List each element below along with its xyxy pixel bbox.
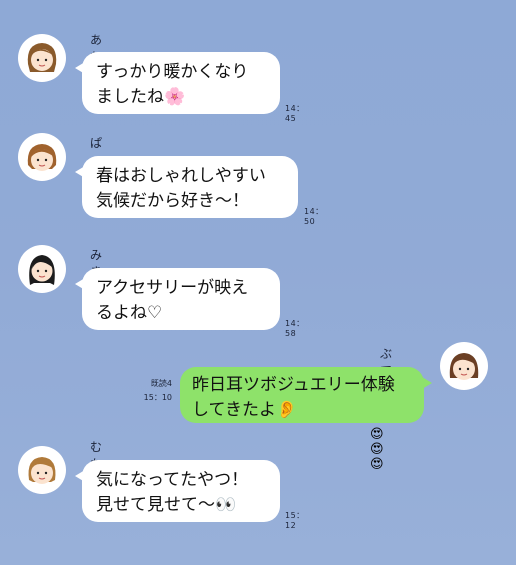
message-text-line: 見せて見せて〜👀 — [96, 495, 237, 515]
message-text-line: アクセサリーが映え — [96, 278, 249, 298]
avatar[interactable] — [18, 446, 66, 494]
message-bubble[interactable]: アクセサリーが映え るよね♡ — [75, 268, 280, 330]
message-bubble[interactable]: 昨日耳ツボジュエリー体験 してきたよ👂 — [180, 367, 432, 423]
read-receipt: 既読4 — [150, 379, 172, 388]
avatar[interactable] — [18, 34, 66, 82]
timestamp: 14：50 — [304, 207, 324, 226]
message-text-line: 春はおしゃれしやすい — [96, 166, 266, 186]
message-text-line: 気候だから好き〜！ — [96, 191, 249, 211]
message-text-line: すっかり暖かくなり — [96, 62, 249, 82]
message-text-line: ましたね🌸 — [96, 87, 186, 107]
reaction-emoji[interactable]: 😍😍😍 — [370, 427, 383, 472]
message-text-line: るよね♡ — [96, 303, 163, 323]
avatar[interactable] — [18, 245, 66, 293]
message-bubble[interactable]: すっかり暖かくなり ましたね🌸 — [75, 52, 280, 114]
avatar[interactable] — [18, 133, 66, 181]
timestamp: 15：12 — [285, 511, 305, 530]
message-bubble[interactable]: 春はおしゃれしやすい 気候だから好き〜！ — [75, 156, 298, 218]
message-text-line: してきたよ👂 — [192, 400, 298, 420]
message-bubble[interactable]: 気になってたやつ！ 見せて見せて〜👀 — [75, 460, 280, 522]
timestamp: 14：45 — [285, 104, 305, 123]
timestamp: 14：58 — [285, 319, 305, 338]
timestamp: 15：10 — [143, 393, 172, 402]
message-text-line: 昨日耳ツボジュエリー体験 — [192, 375, 395, 395]
message-text-line: 気になってたやつ！ — [96, 470, 249, 490]
avatar[interactable] — [440, 342, 488, 390]
